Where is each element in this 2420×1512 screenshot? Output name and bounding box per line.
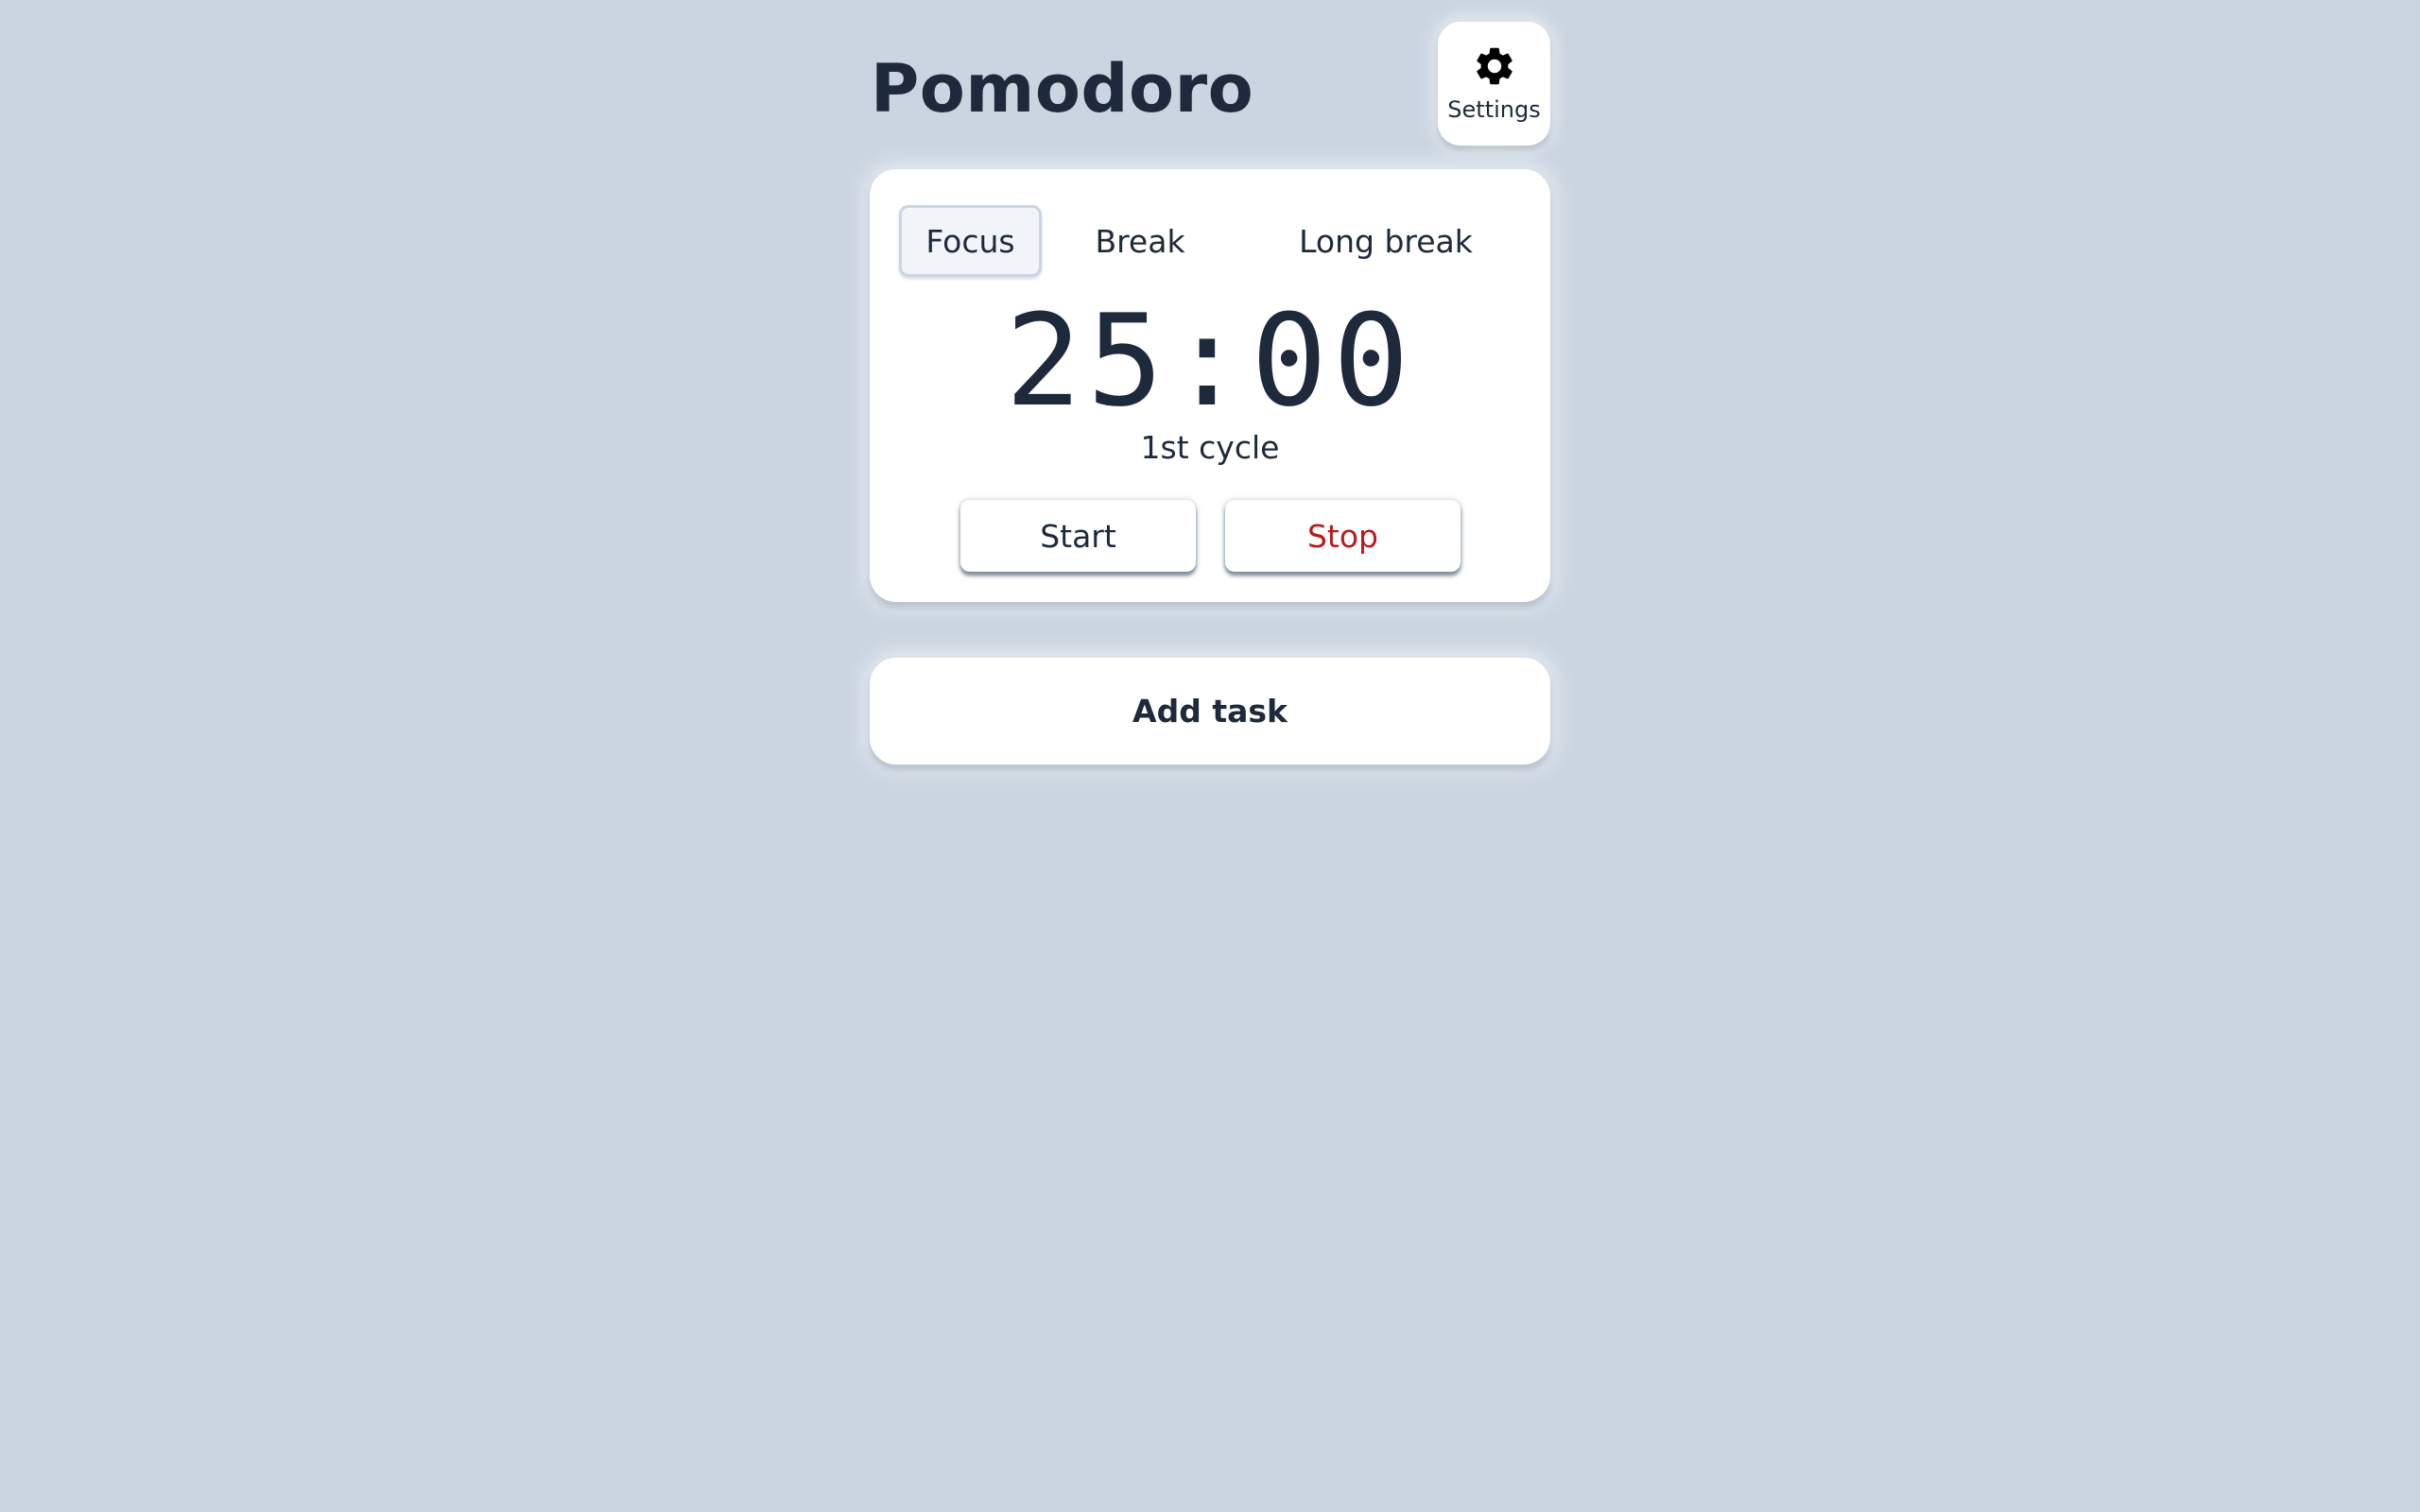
settings-button[interactable]: Settings xyxy=(1438,22,1550,146)
start-button[interactable]: Start xyxy=(960,500,1196,572)
timer-display: 25:00 xyxy=(1005,287,1415,435)
tab-focus[interactable]: Focus xyxy=(899,205,1042,277)
timer-card: Focus Break Long break 25:00 1st cycle S… xyxy=(870,169,1550,602)
stop-button[interactable]: Stop xyxy=(1225,500,1461,572)
header: Pomodoro Settings xyxy=(870,0,1550,161)
gear-icon xyxy=(1476,47,1512,85)
tab-break[interactable]: Break xyxy=(1064,205,1216,277)
page-title: Pomodoro xyxy=(871,50,1254,128)
pomodoro-app: Pomodoro Settings Focus Break Long break… xyxy=(870,0,1550,765)
mode-tabs: Focus Break Long break xyxy=(899,205,1523,277)
tab-long-break[interactable]: Long break xyxy=(1244,205,1528,277)
add-task-button[interactable]: Add task xyxy=(870,658,1550,765)
cycle-label: 1st cycle xyxy=(1140,429,1280,466)
settings-label: Settings xyxy=(1447,96,1541,123)
